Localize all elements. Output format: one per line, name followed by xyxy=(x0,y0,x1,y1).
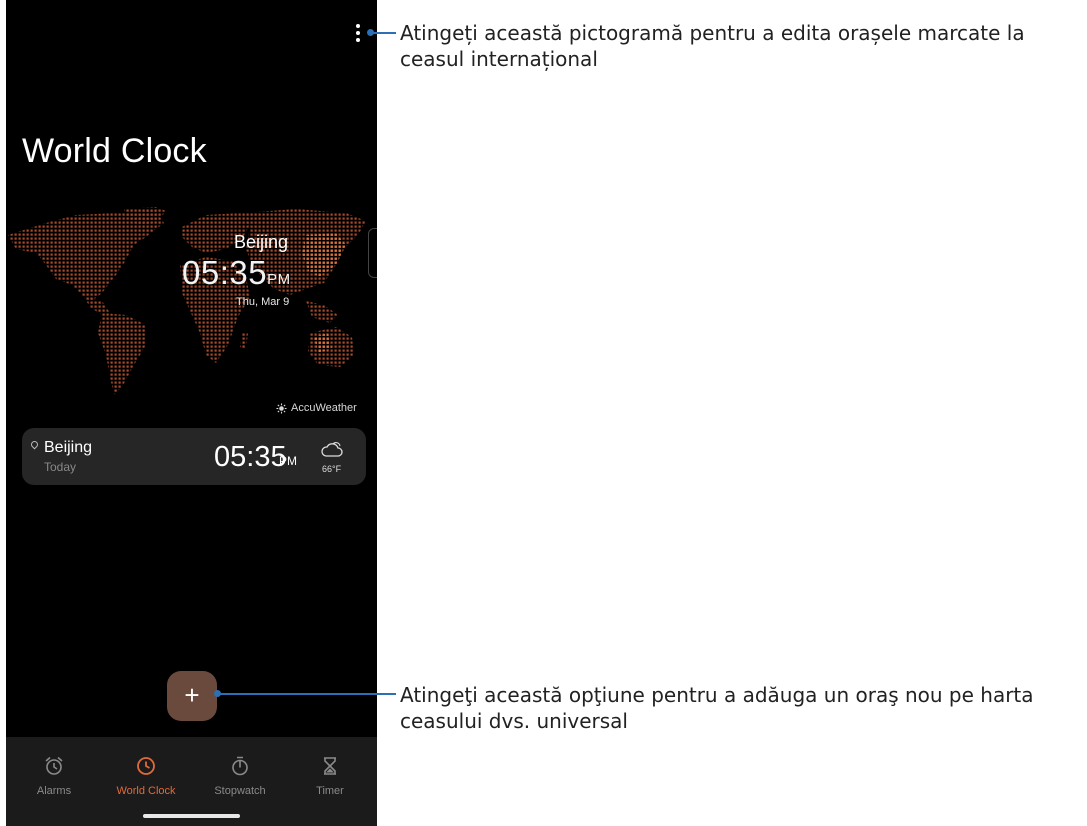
nav-tab-stopwatch[interactable]: Stopwatch xyxy=(194,755,286,797)
accuweather-attribution: AccuWeather xyxy=(276,402,357,414)
accuweather-logo-icon xyxy=(276,402,287,414)
card-time: 05:35 xyxy=(214,441,287,473)
nav-label-timer: Timer xyxy=(316,785,344,797)
location-pin-icon xyxy=(29,439,40,450)
menu-callout-text: Atingeți această pictogramă pentru a edi… xyxy=(400,21,1025,71)
menu-callout-line xyxy=(372,32,396,34)
hourglass-icon xyxy=(324,757,336,775)
cloudy-weather-icon xyxy=(321,442,343,457)
card-city-name: Beijing xyxy=(44,439,93,456)
add-city-button[interactable]: + xyxy=(167,671,217,721)
more-options-icon[interactable] xyxy=(351,20,365,46)
world-map xyxy=(8,207,366,395)
add-callout-text: Atingeţi această opţiune pentru a adăuga… xyxy=(400,683,1034,733)
nav-tab-world-clock[interactable]: World Clock xyxy=(100,755,192,797)
add-city-button-label: + xyxy=(184,680,200,710)
side-drawer-handle[interactable] xyxy=(368,228,377,278)
alarm-icon xyxy=(45,756,63,775)
clock-icon xyxy=(137,757,155,775)
page-title: World Clock xyxy=(22,132,207,170)
home-indicator[interactable] xyxy=(143,814,240,818)
card-day-label: Today xyxy=(44,460,77,474)
map-city-label: Beijing xyxy=(234,232,289,252)
nav-tab-timer[interactable]: Timer xyxy=(284,755,376,797)
attribution-label: AccuWeather xyxy=(291,402,357,414)
city-card[interactable]: Beijing Today 05:35 PM 66°F xyxy=(22,428,366,485)
nav-label-world-clock: World Clock xyxy=(116,785,176,797)
card-temperature: 66°F xyxy=(322,464,342,474)
card-ampm: PM xyxy=(279,454,297,468)
bottom-navigation: Alarms World Clock Stopwatch Timer xyxy=(6,737,377,826)
map-time-value: 05:35 xyxy=(182,254,268,291)
add-callout-line xyxy=(219,693,396,695)
stopwatch-icon xyxy=(232,756,248,776)
map-date: Thu, Mar 9 xyxy=(236,296,290,308)
nav-label-stopwatch: Stopwatch xyxy=(214,785,266,797)
nav-label-alarms: Alarms xyxy=(36,785,72,797)
clock-app-screen: World Clock Beijing 05:35PM Thu, Mar 9 A… xyxy=(6,0,377,826)
map-time-ampm: PM xyxy=(267,271,291,288)
nav-tab-alarms[interactable]: Alarms xyxy=(8,755,100,797)
map-time: 05:35PM xyxy=(182,254,291,292)
